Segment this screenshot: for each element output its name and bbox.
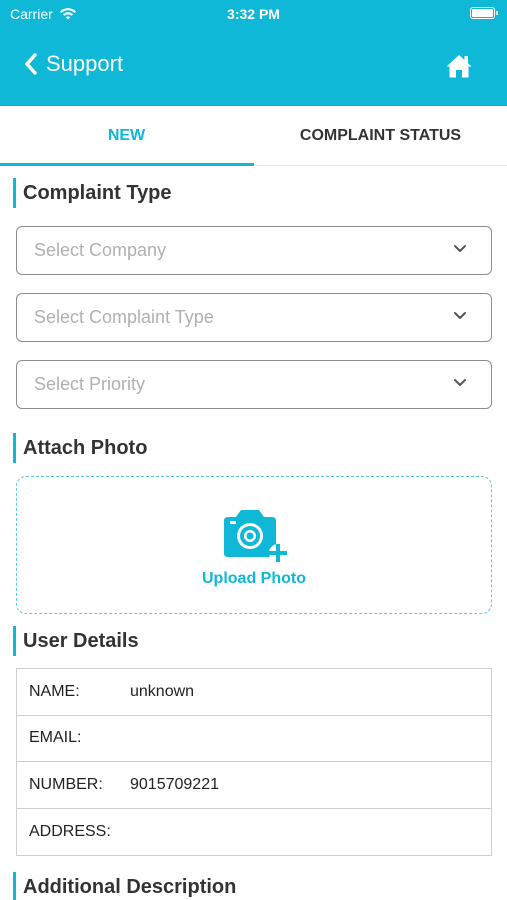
app-header: Carrier 3:32 PM Support bbox=[0, 0, 507, 106]
section-title-complaint-type: Complaint Type bbox=[13, 178, 172, 208]
chevron-left-icon bbox=[25, 53, 37, 75]
status-bar: Carrier 3:32 PM bbox=[0, 0, 507, 28]
detail-row-name: NAME: unknown bbox=[17, 669, 491, 716]
chevron-down-icon bbox=[454, 379, 466, 386]
back-button[interactable]: Support bbox=[24, 51, 123, 77]
select-priority[interactable]: Select Priority bbox=[16, 360, 492, 409]
home-button[interactable] bbox=[445, 53, 473, 84]
detail-row-email: EMAIL: bbox=[17, 716, 491, 762]
detail-label: ADDRESS: bbox=[29, 822, 111, 840]
user-details-table: NAME: unknown EMAIL: NUMBER: 9015709221 … bbox=[16, 668, 492, 856]
section-title-attach-photo: Attach Photo bbox=[13, 433, 147, 463]
select-complaint-type[interactable]: Select Complaint Type bbox=[16, 293, 492, 342]
chevron-down-icon bbox=[454, 312, 466, 319]
camera-add-icon bbox=[224, 510, 287, 562]
select-priority-placeholder: Select Priority bbox=[34, 374, 146, 394]
detail-row-address: ADDRESS: bbox=[17, 809, 491, 856]
section-title-additional-description: Additional Description bbox=[13, 872, 236, 900]
select-company-placeholder: Select Company bbox=[34, 240, 167, 260]
upload-photo-area[interactable]: Upload Photo bbox=[16, 476, 492, 614]
tab-complaint-status[interactable]: COMPLAINT STATUS bbox=[254, 106, 507, 166]
tab-bar: NEW COMPLAINT STATUS bbox=[0, 106, 507, 166]
detail-value: 9015709221 bbox=[130, 775, 219, 793]
select-complaint-type-placeholder: Select Complaint Type bbox=[34, 307, 214, 327]
detail-value: unknown bbox=[130, 682, 195, 700]
section-title-user-details: User Details bbox=[13, 626, 139, 656]
home-icon bbox=[446, 55, 472, 78]
active-tab-indicator bbox=[0, 163, 254, 166]
status-time: 3:32 PM bbox=[227, 6, 280, 22]
back-label: Support bbox=[46, 51, 124, 76]
tab-new[interactable]: NEW bbox=[0, 106, 253, 166]
nav-bar: Support bbox=[0, 44, 507, 90]
detail-label: EMAIL: bbox=[29, 729, 82, 747]
detail-label: NAME: bbox=[29, 682, 80, 700]
select-company[interactable]: Select Company bbox=[16, 226, 492, 275]
battery-icon bbox=[470, 7, 498, 19]
detail-row-number: NUMBER: 9015709221 bbox=[17, 762, 491, 809]
chevron-down-icon bbox=[454, 245, 466, 252]
detail-label: NUMBER: bbox=[29, 775, 103, 793]
upload-photo-label: Upload Photo bbox=[202, 570, 306, 587]
